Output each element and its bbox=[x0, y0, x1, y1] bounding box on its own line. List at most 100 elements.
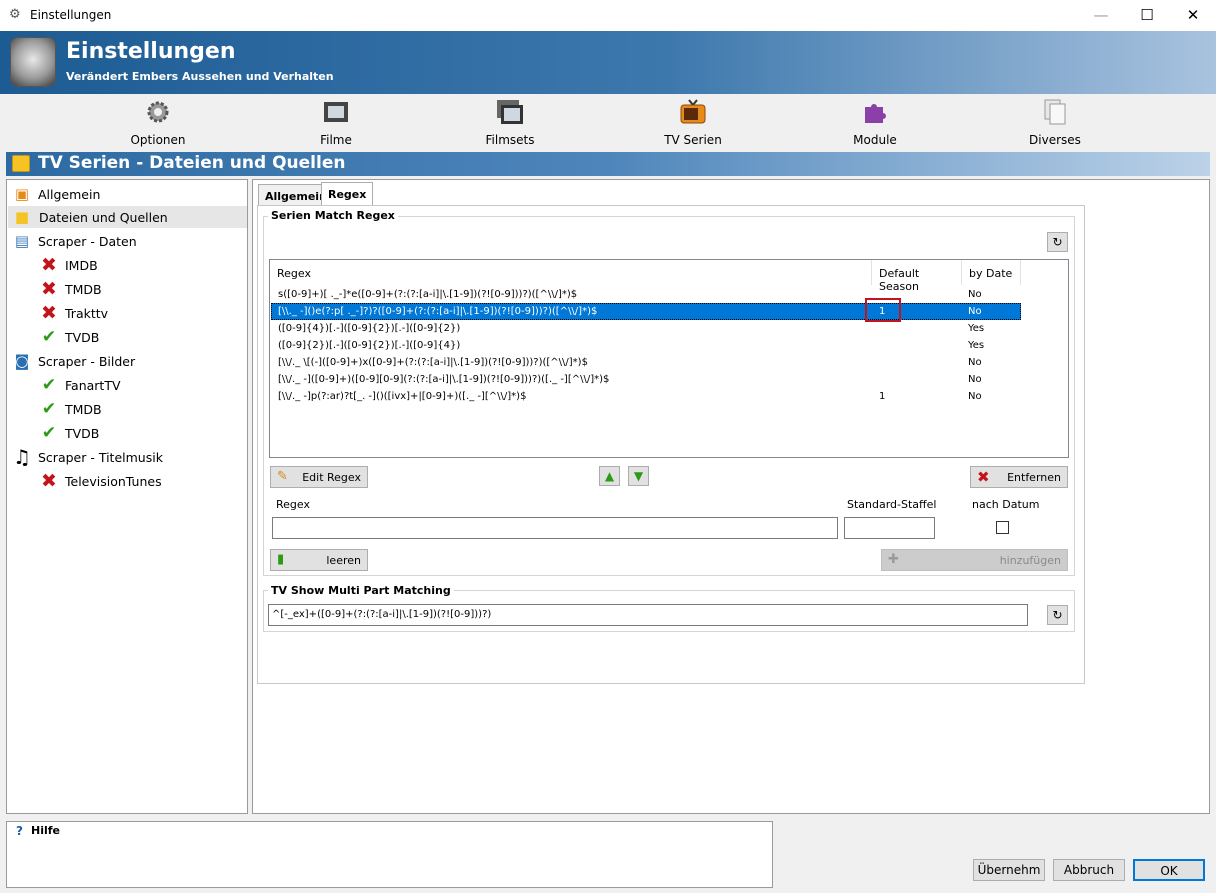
regex-cell: [\\/._ -]([0-9]+)([0-9][0-9](?:(?:[a-i]|… bbox=[278, 374, 610, 385]
nach-datum-checkbox[interactable] bbox=[996, 521, 1009, 534]
table-row[interactable]: [\\/._ -]p(?:ar)?t[_. -]()([ivx]+|[0-9]+… bbox=[271, 388, 1021, 405]
button-label: Entfernen bbox=[1007, 471, 1061, 484]
toolbar-label: Filmsets bbox=[485, 133, 535, 147]
reset-regex-button[interactable]: ↻ bbox=[1047, 232, 1068, 252]
banner-subtitle: Verändert Embers Aussehen und Verhalten bbox=[66, 70, 334, 83]
table-row[interactable]: [\\/._ \[(-]([0-9]+)x([0-9]+(?:(?:[a-i]|… bbox=[271, 354, 1021, 371]
button-label: leeren bbox=[326, 554, 361, 567]
tree-item-label: TVDB bbox=[65, 426, 100, 441]
tree-item-trakttv[interactable]: ✖ Trakttv bbox=[39, 302, 239, 324]
toolbar-label: Filme bbox=[320, 133, 352, 147]
regex-cell: [\\/._ -]p(?:ar)?t[_. -]()([ivx]+|[0-9]+… bbox=[278, 391, 527, 402]
scraper-data-icon: ▤ bbox=[14, 232, 30, 250]
check-icon: ✔ bbox=[41, 399, 57, 419]
toolbar-filme[interactable]: Filme bbox=[276, 96, 396, 150]
column-header-by-date[interactable]: by Date bbox=[962, 260, 1021, 285]
section-header: TV Serien - Dateien und Quellen bbox=[6, 152, 1210, 176]
reset-multipart-button[interactable]: ↻ bbox=[1047, 605, 1068, 625]
x-icon: ✖ bbox=[41, 278, 57, 300]
group-label: TV Show Multi Part Matching bbox=[268, 584, 454, 597]
toolbar-label: Optionen bbox=[130, 133, 186, 147]
standard-staffel-label: Standard-Staffel bbox=[847, 498, 937, 511]
bydate-cell: No bbox=[968, 374, 982, 385]
tree-item-fanarttv[interactable]: ✔ FanartTV bbox=[39, 374, 239, 396]
settings-app-icon bbox=[10, 37, 56, 87]
table-row[interactable]: [\\/._ -]([0-9]+)([0-9][0-9](?:(?:[a-i]|… bbox=[271, 371, 1021, 388]
table-row[interactable]: [\\._ -]()e(?:p[ ._-]?)?([0-9]+(?:(?:[a-… bbox=[271, 303, 1021, 320]
standard-staffel-input[interactable] bbox=[844, 517, 935, 539]
move-down-button[interactable]: ▼ bbox=[628, 466, 649, 486]
toolbar-optionen[interactable]: Optionen bbox=[98, 96, 218, 150]
tree-item-label: Scraper - Bilder bbox=[38, 354, 136, 369]
pencil-icon: ✎ bbox=[277, 469, 288, 484]
group-label: Serien Match Regex bbox=[268, 209, 398, 222]
tv-icon: ▣ bbox=[14, 185, 30, 203]
tree-item-label: TMDB bbox=[65, 402, 102, 417]
move-up-button[interactable]: ▲ bbox=[599, 466, 620, 486]
bydate-cell: Yes bbox=[968, 340, 985, 351]
tree-item-scraper-titelmusik[interactable]: ♫ Scraper - Titelmusik bbox=[12, 446, 247, 468]
tree-item-scraper-bilder[interactable]: ◙ Scraper - Bilder bbox=[12, 350, 247, 372]
bydate-cell: No bbox=[968, 289, 982, 300]
bydate-cell: No bbox=[968, 391, 982, 402]
tab-allgemein[interactable]: Allgemein bbox=[258, 184, 327, 206]
toolbar-label: Diverses bbox=[1029, 133, 1081, 147]
cancel-button[interactable]: Abbruch bbox=[1053, 859, 1125, 881]
column-header-regex[interactable]: Regex bbox=[270, 260, 872, 285]
tree-item-tmdb-daten[interactable]: ✖ TMDB bbox=[39, 278, 239, 300]
regex-label: Regex bbox=[276, 498, 310, 511]
regex-input[interactable] bbox=[272, 517, 838, 539]
bydate-cell: No bbox=[968, 357, 982, 368]
tree-item-tvdb-bilder[interactable]: ✔ TVDB bbox=[39, 422, 239, 444]
toolbar-label: Module bbox=[853, 133, 897, 147]
maximize-button[interactable]: ☐ bbox=[1124, 0, 1170, 31]
tree-item-label: TVDB bbox=[65, 330, 100, 345]
remove-button[interactable]: ✖ Entfernen bbox=[970, 466, 1068, 488]
header-banner: Einstellungen Verändert Embers Aussehen … bbox=[0, 31, 1216, 94]
toolbar-module[interactable]: Module bbox=[815, 96, 935, 150]
apply-button[interactable]: Übernehm bbox=[973, 859, 1045, 881]
edit-regex-button[interactable]: ✎ Edit Regex bbox=[270, 466, 368, 488]
trash-icon: ▮ bbox=[277, 552, 285, 567]
toolbar-tv-serien[interactable]: TV Serien bbox=[633, 96, 753, 150]
regex-grid[interactable]: Regex Default Season by Date s([0-9]+)[ … bbox=[269, 259, 1069, 458]
minimize-button[interactable]: — bbox=[1078, 0, 1124, 31]
regex-cell: [\\/._ \[(-]([0-9]+)x([0-9]+(?:(?:[a-i]|… bbox=[278, 357, 588, 368]
tree-item-dateien-und-quellen[interactable]: ■ Dateien und Quellen bbox=[8, 206, 247, 228]
toolbar-filmsets[interactable]: Filmsets bbox=[450, 96, 570, 150]
ok-button[interactable]: OK bbox=[1133, 859, 1205, 881]
tree-item-tvdb-daten[interactable]: ✔ TVDB bbox=[39, 326, 239, 348]
x-icon: ✖ bbox=[41, 254, 57, 276]
table-row[interactable]: s([0-9]+)[ ._-]*e([0-9]+(?:(?:[a-i]|\.[1… bbox=[271, 286, 1021, 303]
documents-icon bbox=[1044, 99, 1066, 125]
regex-cell: [\\._ -]()e(?:p[ ._-]?)?([0-9]+(?:(?:[a-… bbox=[278, 306, 598, 317]
multipart-input[interactable]: ^[-_ex]+([0-9]+(?:(?:[a-i]|\.[1-9])(?![0… bbox=[268, 604, 1028, 626]
tree-item-scraper-daten[interactable]: ▤ Scraper - Daten bbox=[12, 230, 247, 252]
column-header-default-season[interactable]: Default Season bbox=[872, 260, 962, 293]
tree-item-imdb[interactable]: ✖ IMDB bbox=[39, 254, 239, 276]
table-row[interactable]: ([0-9]{2})[.-]([0-9]{2})[.-]([0-9]{4}) Y… bbox=[271, 337, 1021, 354]
clear-button[interactable]: ▮ leeren bbox=[270, 549, 368, 571]
close-button[interactable]: ✕ bbox=[1170, 0, 1216, 31]
table-row[interactable]: ([0-9]{4})[.-]([0-9]{2})[.-]([0-9]{2}) Y… bbox=[271, 320, 1021, 337]
toolbar-diverses[interactable]: Diverses bbox=[995, 96, 1115, 150]
button-label: hinzufügen bbox=[999, 554, 1061, 567]
tree-item-label: Scraper - Titelmusik bbox=[38, 450, 163, 465]
tree-item-allgemein[interactable]: ▣ Allgemein bbox=[12, 183, 247, 205]
x-icon: ✖ bbox=[41, 302, 57, 324]
help-label: Hilfe bbox=[31, 824, 60, 837]
settings-tree: ▣ Allgemein ■ Dateien und Quellen ▤ Scra… bbox=[6, 179, 248, 814]
help-panel: ? Hilfe bbox=[6, 821, 773, 888]
settings-gear-icon: ⚙ bbox=[9, 7, 21, 22]
bydate-cell: Yes bbox=[968, 323, 985, 334]
check-icon: ✔ bbox=[41, 327, 57, 347]
folder-icon bbox=[12, 155, 30, 172]
reset-icon: ↻ bbox=[1052, 608, 1063, 622]
tree-item-tmdb-bilder[interactable]: ✔ TMDB bbox=[39, 398, 239, 420]
gear-icon bbox=[147, 101, 169, 123]
tab-regex[interactable]: Regex bbox=[321, 182, 373, 206]
x-icon: ✖ bbox=[41, 470, 57, 492]
tree-item-televisiontunes[interactable]: ✖ TelevisionTunes bbox=[39, 470, 239, 492]
button-label: Edit Regex bbox=[302, 471, 361, 484]
add-button[interactable]: ✚ hinzufügen bbox=[881, 549, 1068, 571]
